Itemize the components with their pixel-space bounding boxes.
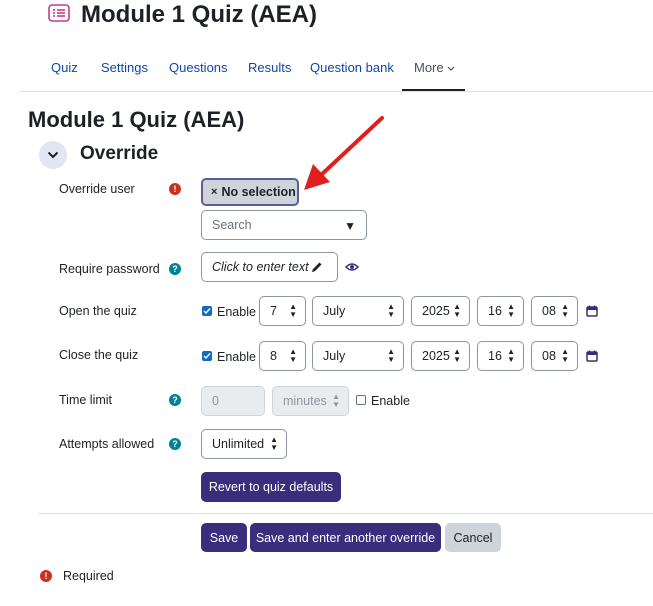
chevron-down-icon — [447, 66, 455, 71]
required-icon: ! — [169, 183, 181, 195]
required-icon: ! — [40, 570, 52, 582]
quiz-page-icon — [48, 4, 70, 22]
open-enable-checkbox[interactable] — [202, 306, 212, 316]
open-quiz-label: Open the quiz — [59, 304, 137, 318]
require-password-label: Require password — [59, 262, 160, 276]
close-minute-value: 08 — [542, 349, 556, 363]
close-hour-select[interactable]: 16 ▲ ▼ — [477, 341, 524, 371]
tab-results[interactable]: Results — [248, 60, 291, 75]
time-limit-value: 0 — [212, 394, 219, 408]
secondary-nav: Quiz Settings Questions Results Question… — [0, 52, 653, 92]
open-enable-label: Enable — [217, 305, 256, 319]
form-divider — [38, 513, 653, 514]
open-minute-value: 08 — [542, 304, 556, 318]
select-arrows-icon: ▲ ▼ — [270, 435, 278, 452]
override-user-label: Override user — [59, 182, 135, 196]
selected-user-chip[interactable]: × No selection — [201, 178, 299, 206]
user-search-input[interactable]: Search ▼ — [201, 210, 367, 240]
open-month-select[interactable]: July ▲ ▼ — [312, 296, 404, 326]
help-icon[interactable]: ? — [169, 394, 181, 406]
calendar-icon[interactable] — [586, 350, 598, 362]
tab-more[interactable]: More — [414, 60, 455, 75]
open-month-value: July — [323, 304, 346, 318]
select-arrows-icon: ▲ ▼ — [561, 347, 569, 364]
nav-divider — [20, 91, 653, 92]
open-day-select[interactable]: 7 ▲ ▼ — [259, 296, 306, 326]
calendar-icon[interactable] — [586, 305, 598, 317]
select-arrows-icon: ▲ ▼ — [507, 347, 515, 364]
close-quiz-label: Close the quiz — [59, 348, 139, 362]
help-icon[interactable]: ? — [169, 438, 181, 450]
attempts-label: Attempts allowed — [59, 437, 155, 451]
select-arrows-icon: ▲ ▼ — [289, 347, 297, 364]
close-month-value: July — [323, 349, 346, 363]
attempts-select[interactable]: Unlimited ▲ ▼ — [201, 429, 287, 459]
fieldset-legend: Override — [80, 143, 159, 164]
tab-more-label: More — [414, 60, 444, 75]
remove-selection-icon: × — [211, 186, 218, 198]
close-enable-checkbox[interactable] — [202, 351, 212, 361]
select-arrows-icon: ▲ ▼ — [507, 302, 515, 319]
open-day-value: 7 — [270, 304, 277, 318]
eye-icon[interactable] — [345, 262, 359, 272]
time-limit-input[interactable]: 0 — [201, 386, 265, 416]
select-arrows-icon: ▲ ▼ — [453, 347, 461, 364]
time-limit-unit-value: minutes — [283, 394, 327, 408]
close-year-value: 2025 — [422, 349, 450, 363]
close-minute-select[interactable]: 08 ▲ ▼ — [531, 341, 578, 371]
open-hour-select[interactable]: 16 ▲ ▼ — [477, 296, 524, 326]
revert-defaults-button[interactable]: Revert to quiz defaults — [201, 472, 341, 502]
save-button[interactable]: Save — [201, 523, 247, 552]
close-day-value: 8 — [270, 349, 277, 363]
save-another-button[interactable]: Save and enter another override — [250, 523, 441, 552]
check-icon — [203, 308, 211, 315]
password-field[interactable]: Click to enter text — [201, 252, 338, 282]
close-enable-label: Enable — [217, 350, 256, 364]
select-arrows-icon: ▲ ▼ — [453, 302, 461, 319]
cancel-button[interactable]: Cancel — [445, 523, 501, 552]
tab-settings[interactable]: Settings — [101, 60, 148, 75]
close-month-select[interactable]: July ▲ ▼ — [312, 341, 404, 371]
help-icon[interactable]: ? — [169, 263, 181, 275]
selected-user-label: No selection — [221, 185, 296, 199]
select-arrows-icon: ▲ ▼ — [332, 392, 340, 409]
search-placeholder: Search — [212, 218, 252, 232]
pencil-icon — [312, 262, 322, 272]
page-title: Module 1 Quiz (AEA) — [81, 1, 317, 28]
password-placeholder: Click to enter text — [212, 260, 309, 274]
close-day-select[interactable]: 8 ▲ ▼ — [259, 341, 306, 371]
tab-question-bank[interactable]: Question bank — [310, 60, 394, 75]
section-title: Module 1 Quiz (AEA) — [28, 107, 245, 132]
time-limit-unit-select[interactable]: minutes ▲ ▼ — [272, 386, 349, 416]
select-arrows-icon: ▲ ▼ — [387, 302, 395, 319]
red-arrow — [304, 116, 384, 190]
check-icon — [203, 353, 211, 360]
time-limit-enable-label: Enable — [371, 394, 410, 408]
open-hour-value: 16 — [488, 304, 502, 318]
open-minute-select[interactable]: 08 ▲ ▼ — [531, 296, 578, 326]
time-limit-label: Time limit — [59, 393, 113, 407]
collapse-button[interactable] — [39, 141, 67, 169]
open-year-select[interactable]: 2025 ▲ ▼ — [411, 296, 470, 326]
chevron-down-icon — [47, 151, 59, 159]
attempts-value: Unlimited — [212, 437, 265, 451]
select-arrows-icon: ▲ ▼ — [387, 347, 395, 364]
select-arrows-icon: ▲ ▼ — [561, 302, 569, 319]
required-note: Required — [63, 569, 114, 583]
time-limit-enable-checkbox[interactable] — [356, 395, 366, 405]
select-arrows-icon: ▲ ▼ — [289, 302, 297, 319]
tab-quiz[interactable]: Quiz — [51, 60, 78, 75]
close-hour-value: 16 — [488, 349, 502, 363]
close-year-select[interactable]: 2025 ▲ ▼ — [411, 341, 470, 371]
dropdown-caret-icon: ▼ — [344, 219, 356, 233]
tab-questions[interactable]: Questions — [169, 60, 228, 75]
open-year-value: 2025 — [422, 304, 450, 318]
